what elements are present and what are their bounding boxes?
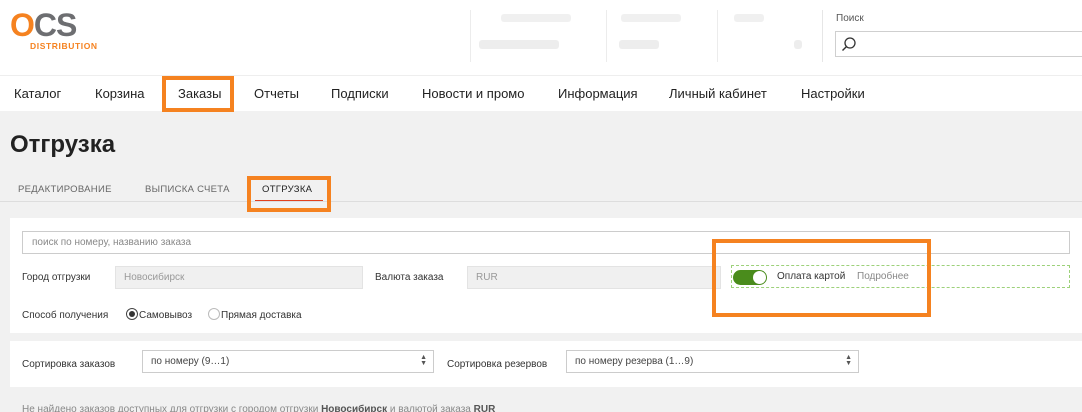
city-label: Город отгрузки — [22, 272, 91, 283]
no-orders-message: Не найдено заказов доступных для отгрузк… — [22, 404, 496, 412]
delivery-label: Способ получения — [22, 310, 109, 321]
nav-item-news[interactable]: Новости и промо — [422, 86, 524, 101]
radio-pickup[interactable] — [126, 308, 138, 320]
logo-distribution-text: DISTRIBUTION — [30, 41, 98, 51]
nav-item-account[interactable]: Личный кабинет — [669, 86, 767, 101]
orders-highlight-frame — [162, 76, 234, 112]
reserves-sort-select[interactable]: по номеру резерва (1…9) ▲ ▼ — [566, 350, 859, 373]
radio-direct-delivery[interactable] — [208, 308, 220, 320]
currency-label: Валюта заказа — [375, 272, 444, 283]
radio-direct-delivery-label[interactable]: Прямая доставка — [221, 310, 302, 321]
nav-item-subscriptions[interactable]: Подписки — [331, 86, 389, 101]
shipment-tab-highlight-frame — [247, 176, 331, 212]
card-payment-highlight-frame — [712, 239, 931, 317]
nav-item-reports[interactable]: Отчеты — [254, 86, 299, 101]
header-search: Поиск — [822, 10, 1082, 62]
tab-invoice[interactable]: ВЫПИСКА СЧЕТА — [145, 184, 230, 195]
page-title: Отгрузка — [10, 131, 116, 158]
ocs-logo[interactable]: OCS DISTRIBUTION — [10, 8, 110, 52]
radio-pickup-label[interactable]: Самовывоз — [139, 310, 192, 321]
orders-sort-label: Сортировка заказов — [22, 359, 116, 370]
header-info-block — [606, 10, 716, 62]
currency-field[interactable]: RUR — [467, 266, 721, 289]
reserves-sort-label: Сортировка резервов — [447, 359, 548, 370]
updown-arrows-icon: ▲ ▼ — [420, 354, 427, 367]
tab-editing[interactable]: РЕДАКТИРОВАНИЕ — [18, 184, 112, 195]
city-field[interactable]: Новосибирск — [115, 266, 363, 289]
search-input[interactable] — [835, 31, 1082, 57]
nav-item-settings[interactable]: Настройки — [801, 86, 865, 101]
orders-sort-select[interactable]: по номеру (9…1) ▲ ▼ — [142, 350, 434, 373]
updown-arrows-icon: ▲ ▼ — [845, 354, 852, 367]
search-label: Поиск — [836, 13, 864, 24]
tab-bar: РЕДАКТИРОВАНИЕ ВЫПИСКА СЧЕТА ОТГРУЗКА — [0, 172, 1082, 202]
search-icon — [842, 37, 856, 51]
nav-item-info[interactable]: Информация — [558, 86, 638, 101]
nav-item-catalog[interactable]: Каталог — [14, 86, 61, 101]
logo-mark: OCS — [10, 7, 77, 43]
header-info-block — [717, 10, 817, 62]
main-nav: Каталог Корзина Заказы Отчеты Подписки Н… — [0, 75, 1082, 112]
header-info-block — [470, 10, 605, 62]
nav-item-cart[interactable]: Корзина — [95, 86, 145, 101]
reserves-sort-value: по номеру резерва (1…9) — [575, 356, 694, 367]
orders-sort-value: по номеру (9…1) — [151, 356, 230, 367]
header: OCS DISTRIBUTION Поиск — [0, 0, 1082, 75]
